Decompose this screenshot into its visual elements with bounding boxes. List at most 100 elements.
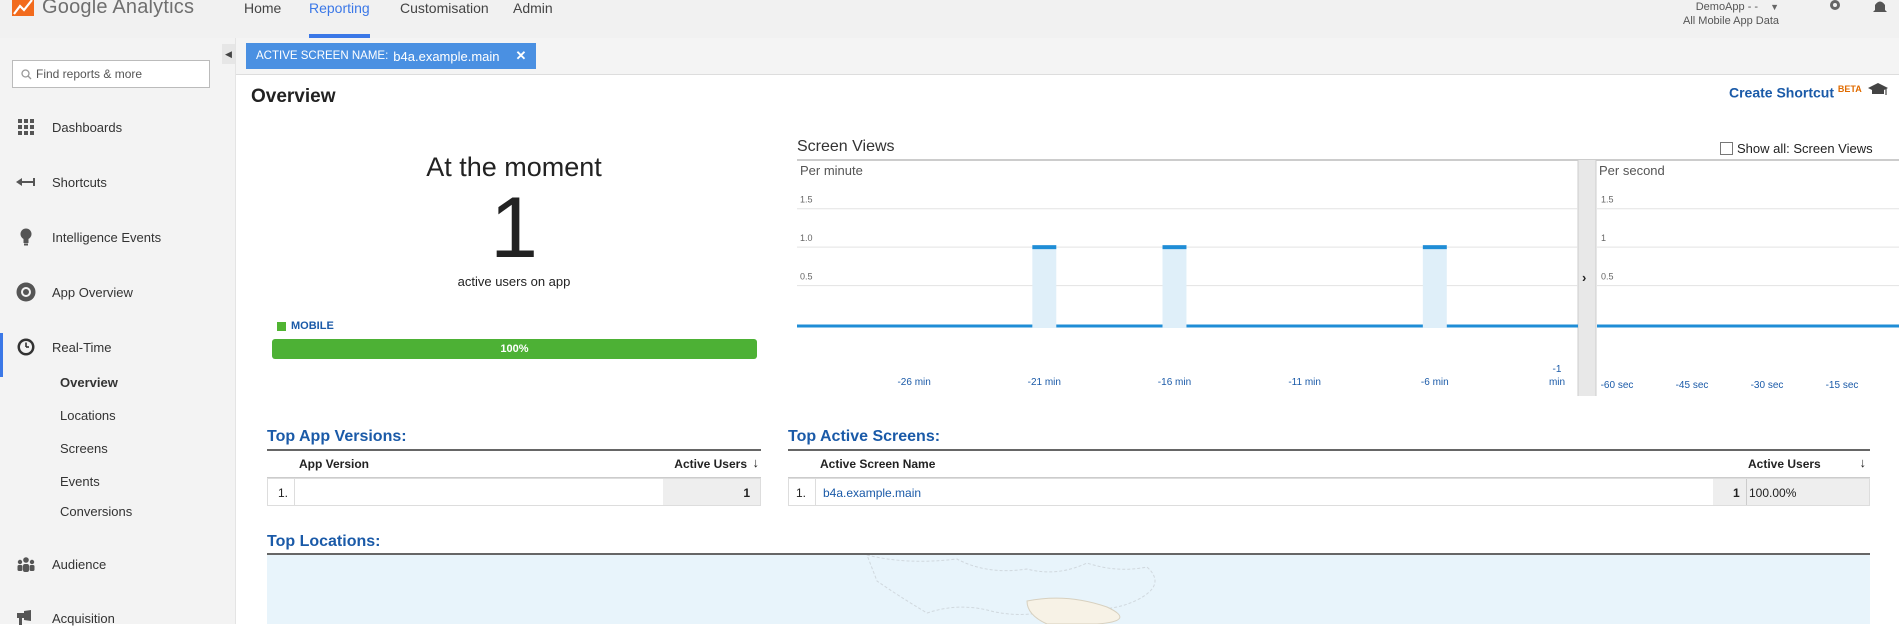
active-users-count: 1: [490, 180, 538, 276]
sidebar-item-intelligence-events[interactable]: Intelligence Events: [0, 223, 234, 251]
per-minute-label: Per minute: [800, 163, 863, 178]
x-tick-label: -15 sec: [1826, 380, 1859, 391]
sidebar-item-dashboards[interactable]: Dashboards: [0, 113, 234, 141]
bar-cap: [1032, 245, 1057, 250]
people-icon: [15, 553, 37, 575]
sidebar-sub-overview[interactable]: Overview: [60, 375, 118, 390]
x-tick-label: -60 sec: [1601, 380, 1634, 391]
at-the-moment-title: At the moment: [426, 152, 602, 182]
search-placeholder: Find reports & more: [36, 67, 143, 81]
acquisition-icon: [15, 607, 37, 629]
grid-icon: [15, 116, 37, 138]
account-view: All Mobile App Data: [1683, 15, 1779, 27]
lightbulb-icon: [15, 226, 37, 248]
bar: [1397, 324, 1421, 325]
sidebar-item-audience[interactable]: Audience: [0, 550, 234, 578]
nav-admin[interactable]: Admin: [513, 0, 553, 16]
chevron-left-icon: ◀: [225, 48, 232, 59]
bar: [824, 324, 848, 325]
show-all-checkbox[interactable]: Show all: Screen Views: [1720, 141, 1873, 156]
sidebar-item-real-time[interactable]: Real-Time: [0, 333, 234, 361]
row-index: 1.: [796, 486, 807, 500]
active-screen-link[interactable]: b4a.example.main: [823, 486, 921, 500]
locations-map[interactable]: [267, 555, 1870, 624]
mobile-label: MOBILE: [291, 320, 334, 332]
x-tick-label: -26 min: [897, 377, 930, 388]
sidebar-item-app-overview[interactable]: App Overview: [0, 278, 234, 306]
bar: [1215, 324, 1239, 325]
bar-cap: [1422, 245, 1447, 250]
sidebar: Find reports & more ◀ Dashboards Shortcu…: [0, 38, 236, 626]
bar: [1501, 324, 1525, 325]
create-shortcut-link[interactable]: Create Shortcut BETA: [1729, 84, 1862, 101]
bar: [876, 324, 900, 325]
bar: [902, 324, 926, 325]
x-tick-label: -45 sec: [1676, 380, 1709, 391]
filter-key: ACTIVE SCREEN NAME:: [256, 50, 389, 62]
bar-fill[interactable]: [1162, 247, 1187, 328]
sidebar-sub-conversions[interactable]: Conversions: [60, 504, 132, 519]
bar: [1241, 324, 1265, 325]
mobile-color-swatch: [277, 321, 286, 331]
bar: [1110, 324, 1134, 325]
active-users-label: active users on app: [457, 274, 571, 289]
sort-desc-icon[interactable]: ↓: [753, 455, 760, 470]
nav-reporting[interactable]: Reporting: [309, 0, 370, 16]
bar: [1084, 324, 1108, 325]
map-landmass-outline: [866, 555, 1156, 624]
y-tick-label: 1: [1601, 233, 1606, 243]
active-users-pct: 100.00%: [1749, 486, 1797, 500]
app-versions-header-row: App Version Active Users ↓: [267, 451, 761, 478]
col-app-version[interactable]: App Version: [299, 457, 369, 471]
col-active-users[interactable]: Active Users: [674, 457, 747, 471]
sort-desc-icon[interactable]: ↓: [1860, 455, 1867, 470]
top-locations-title: Top Locations:: [267, 533, 381, 550]
y-tick-label: 0.5: [1601, 272, 1614, 282]
chevron-right-icon[interactable]: ›: [1582, 270, 1586, 285]
bar: [1267, 324, 1291, 325]
notification-bell-icon[interactable]: [1872, 0, 1888, 19]
x-tick-label: -6 min: [1421, 377, 1449, 388]
sidebar-sub-screens[interactable]: Screens: [60, 441, 108, 456]
active-filter-chip[interactable]: ACTIVE SCREEN NAME: b4a.example.main ✕: [246, 43, 537, 69]
chart-splitter: [1578, 160, 1596, 396]
sidebar-item-label: App Overview: [52, 284, 133, 300]
bar: [980, 324, 1004, 325]
sidebar-item-acquisition[interactable]: Acquisition: [0, 604, 234, 632]
account-selector[interactable]: DemoApp - - ▼ All Mobile App Data: [1683, 0, 1779, 28]
collapse-sidebar-button[interactable]: ◀: [222, 44, 235, 64]
sidebar-sub-events[interactable]: Events: [60, 474, 100, 489]
top-active-screens-title: Top Active Screens:: [788, 428, 941, 445]
graduation-cap-icon[interactable]: [1868, 82, 1888, 103]
sidebar-item-label: Audience: [52, 556, 107, 572]
close-icon[interactable]: ✕: [516, 48, 527, 64]
y-tick-label: 1.5: [1601, 195, 1614, 205]
col-active-screen-name[interactable]: Active Screen Name: [820, 457, 935, 471]
bar: [850, 324, 874, 325]
search-icon: [21, 68, 32, 79]
bar-fill[interactable]: [1032, 247, 1057, 328]
gear-icon[interactable]: [1827, 0, 1843, 19]
screen-views-title: Screen Views: [797, 138, 895, 155]
bar: [1293, 324, 1317, 325]
sidebar-item-shortcuts[interactable]: Shortcuts: [0, 168, 234, 196]
nav-home[interactable]: Home: [244, 0, 281, 16]
table-row: 1. 1: [267, 478, 761, 506]
bar: [1189, 324, 1213, 325]
chevron-down-icon: ▼: [1770, 2, 1779, 12]
bar-cap: [1162, 245, 1187, 250]
nav-customisation[interactable]: Customisation: [400, 0, 489, 16]
mobile-share-bar: 100%: [272, 339, 757, 359]
bar: [1371, 324, 1395, 325]
search-input[interactable]: Find reports & more: [12, 60, 210, 88]
bar-fill[interactable]: [1422, 247, 1447, 328]
col-active-users[interactable]: Active Users: [1748, 457, 1821, 471]
bar: [798, 324, 822, 325]
sidebar-sub-locations[interactable]: Locations: [60, 408, 116, 423]
active-screens-header-row: Active Screen Name Active Users ↓: [788, 451, 1870, 478]
filter-value: b4a.example.main: [393, 48, 500, 64]
y-tick-label: 1.0: [800, 233, 813, 243]
sidebar-item-label: Acquisition: [52, 610, 115, 626]
google-analytics-logo[interactable]: Google Analytics: [12, 0, 194, 18]
per-second-label: Per second: [1599, 163, 1665, 178]
